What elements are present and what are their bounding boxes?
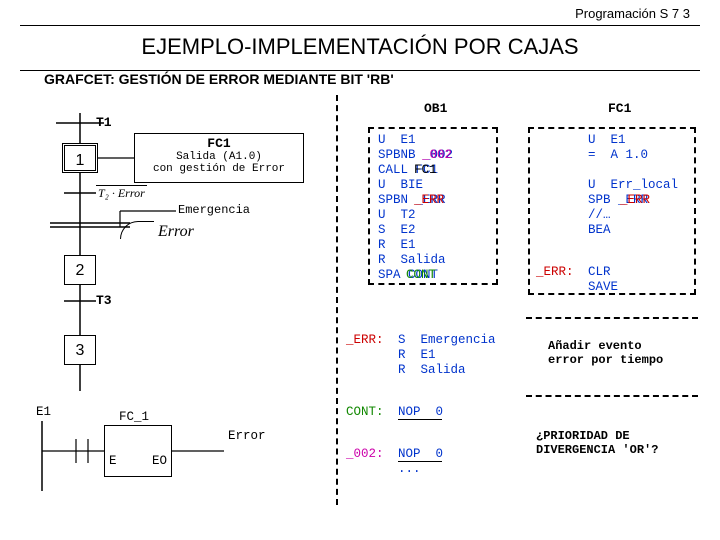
content-area: T1 1 2 T3 3 FC1 Salida (A1.0) con gestió… (0, 95, 720, 515)
header-right: Programación S 7 3 (0, 0, 720, 25)
fc1-title: FC1 (608, 101, 631, 116)
emergencia-label: Emergencia (178, 203, 250, 217)
ob1-err-code: S Emergencia R E1 R Salida (398, 333, 496, 378)
fc1-err-label: _ERR: (536, 265, 574, 279)
ob1-002-code: NOP 0 ... (398, 447, 443, 477)
step-1: 1 (62, 143, 98, 173)
underline-nop2 (398, 461, 442, 462)
step-3: 3 (64, 335, 96, 365)
ob1-inline-cont: CONT (406, 268, 436, 282)
t2-error-bar: T₂ · Error (96, 185, 147, 201)
fc1-box-title: FC1 (135, 136, 303, 151)
fc1-inline-err: _ERR (620, 193, 650, 207)
fc1-box-line2: con gestión de Error (135, 163, 303, 175)
ob1-cont-code: NOP 0 (398, 405, 443, 419)
fc1-err-code: CLR SAVE (588, 265, 618, 295)
underline-nop1 (398, 419, 442, 420)
ob1-inline-err: _ERR (414, 193, 444, 207)
fc1-pin-e: E (109, 454, 117, 468)
transition-t3: T3 (96, 293, 112, 308)
ob1-inline-fc1: FC1 (414, 163, 437, 177)
ob1-cont-label: CONT: (346, 405, 384, 419)
ob1-inline-002: _002 (422, 148, 452, 162)
fc1-block: FC_1 E EO (104, 425, 172, 477)
fc1-code: U E1 = A 1.0 U Err_local SPB _ERR //… BE… (588, 133, 678, 238)
step-2: 2 (64, 255, 96, 285)
ladder-error: Error (228, 429, 266, 443)
ob1-err-label: _ERR: (346, 333, 384, 347)
divider-vertical (336, 95, 338, 505)
dash-sep-1 (526, 317, 698, 319)
ob1-002-label: _002: (346, 447, 384, 461)
fc1-box-line1: Salida (A1.0) (135, 151, 303, 163)
page-subtitle: GRAFCET: GESTIÓN DE ERROR MEDIANTE BIT '… (0, 71, 720, 95)
fc1-block-title: FC_1 (119, 410, 149, 424)
fc1-pin-eo: EO (152, 454, 167, 468)
dash-sep-2 (526, 395, 698, 397)
note-prioridad: ¿PRIORIDAD DE DIVERGENCIA 'OR'? (536, 429, 658, 457)
error-arc-label: Error (158, 223, 194, 241)
ob1-title: OB1 (424, 101, 447, 116)
page-title: EJEMPLO-IMPLEMENTACIÓN POR CAJAS (0, 26, 720, 70)
fc1-action-box: FC1 Salida (A1.0) con gestión de Error (134, 133, 304, 183)
error-arc (120, 221, 154, 239)
note-evento: Añadir evento error por tiempo (548, 339, 663, 367)
ladder-e1: E1 (36, 405, 51, 419)
transition-t1: T1 (96, 115, 112, 130)
